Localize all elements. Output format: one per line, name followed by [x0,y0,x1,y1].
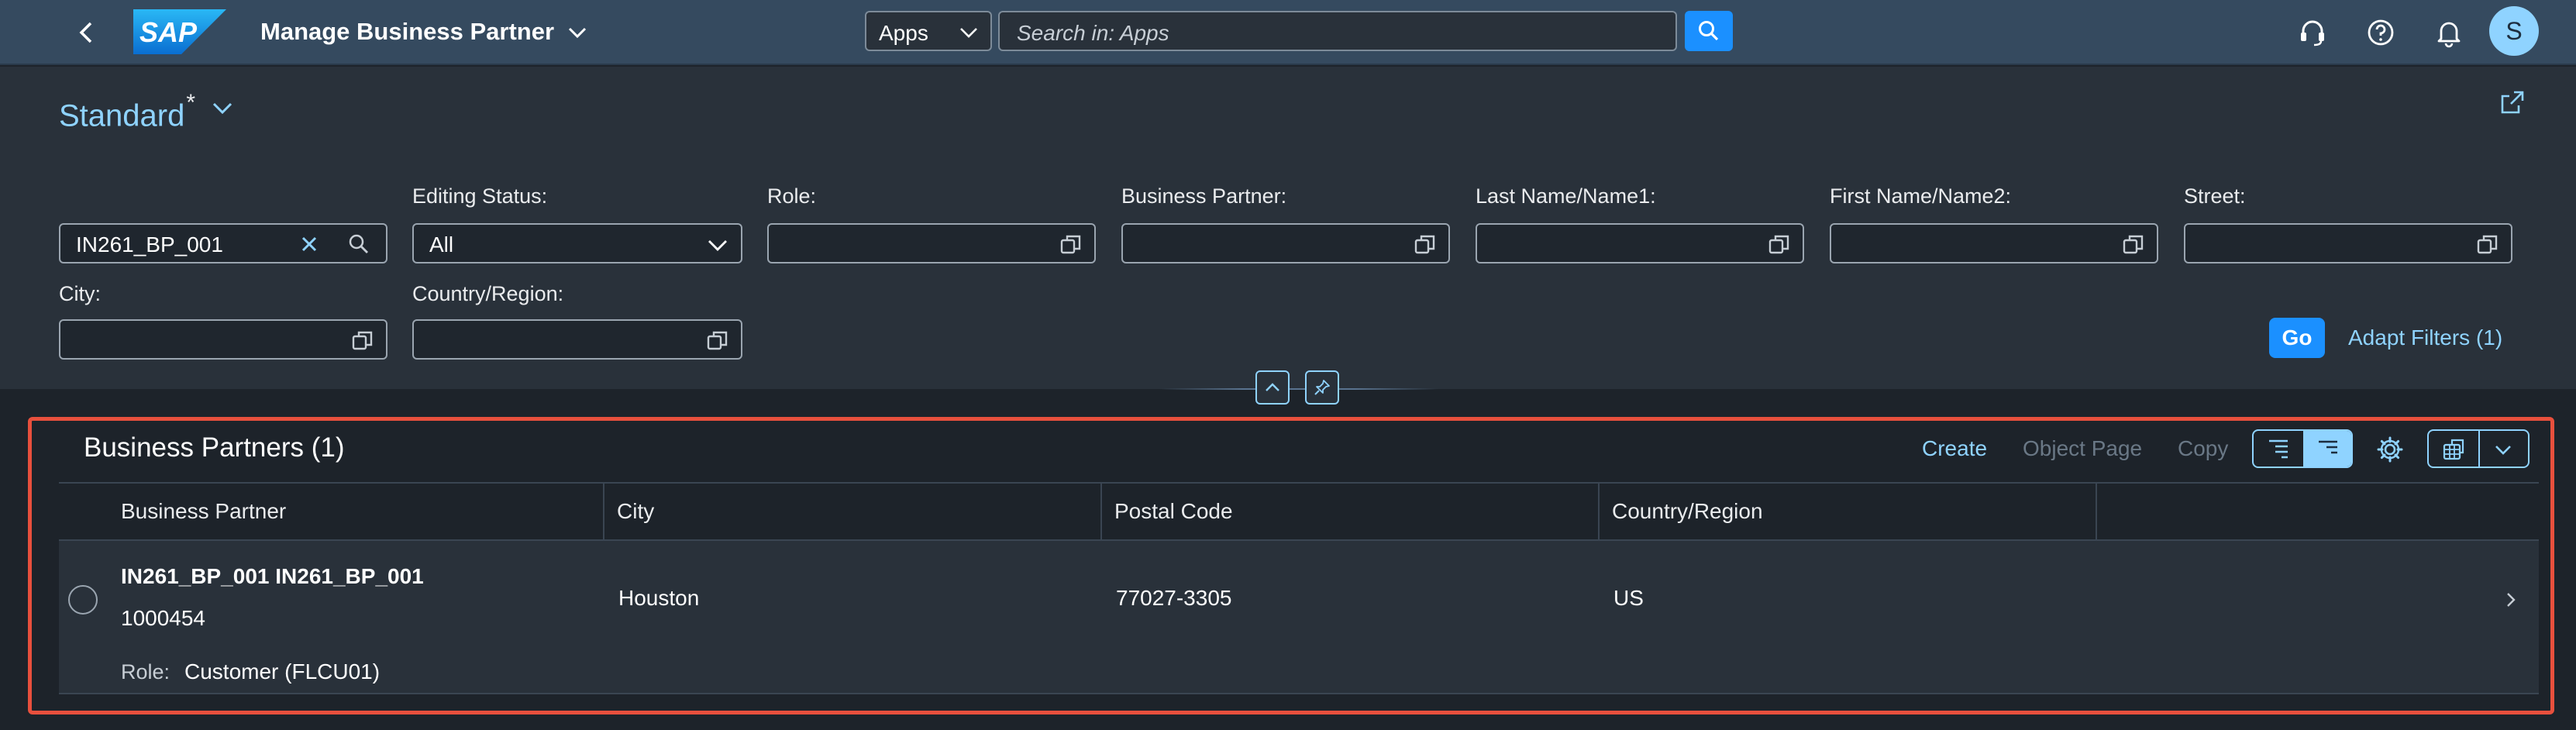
filter-label-editing-status: Editing Status: [412,184,548,208]
sap-logo-text: SAP [139,16,198,48]
variant-modified-marker: * [186,90,196,115]
search-icon[interactable] [347,232,370,256]
city-field[interactable] [59,319,387,360]
value-help-icon[interactable] [1059,233,1083,257]
value-help-icon[interactable] [2121,233,2146,257]
country-region-field[interactable] [412,319,742,360]
editing-status-value: All [429,232,454,257]
variant-name: Standard [59,98,185,133]
chevron-down-icon [958,23,980,42]
chevron-down-icon[interactable] [566,22,589,43]
search-button[interactable] [1685,11,1733,51]
search-scope-select[interactable]: Apps [865,11,992,51]
search-field-value: IN261_BP_001 [76,232,223,257]
first-name-field[interactable] [1830,223,2158,263]
filter-label-city: City: [59,282,101,305]
value-help-icon[interactable] [1413,233,1438,257]
go-button[interactable]: Go [2269,318,2325,358]
filter-bar: Standard* Editing Status: Role: Business… [0,67,2576,405]
search-field[interactable]: IN261_BP_001 [59,223,387,263]
chevron-down-icon [705,233,730,257]
role-field[interactable] [767,223,1096,263]
search-input[interactable]: Search in: Apps [998,11,1677,51]
back-icon[interactable] [71,17,102,48]
pin-icon [1314,380,1330,395]
value-help-icon[interactable] [705,329,730,353]
chevron-down-icon[interactable] [209,96,236,119]
editing-status-select[interactable]: All [412,223,742,263]
chevron-up-icon [1266,383,1279,391]
filter-label-role: Role: [767,184,817,208]
filter-label-last-name: Last Name/Name1: [1476,184,1656,208]
headset-icon[interactable] [2295,15,2330,50]
business-partner-field[interactable] [1121,223,1450,263]
adapt-filters-button[interactable]: Adapt Filters (1) [2348,324,2502,352]
variant-title[interactable]: Standard* [59,88,195,135]
highlight-frame [28,417,2554,715]
value-help-icon[interactable] [2475,233,2500,257]
filter-label-first-name: First Name/Name2: [1830,184,2012,208]
search-placeholder: Search in: Apps [1017,21,1169,45]
filter-label-street: Street: [2184,184,2246,208]
collapse-header-button[interactable] [1255,370,1290,405]
pin-header-button[interactable] [1305,370,1339,405]
bell-icon[interactable] [2432,15,2466,50]
shell-bar: SAP Manage Business Partner Apps Search … [0,0,2576,65]
value-help-icon[interactable] [1767,233,1792,257]
street-field[interactable] [2184,223,2512,263]
avatar[interactable]: S [2489,6,2539,56]
search-icon [1699,21,1719,41]
filter-label-country: Country/Region: [412,282,564,305]
filter-label-business-partner: Business Partner: [1121,184,1287,208]
share-icon[interactable] [2497,87,2528,118]
clear-icon[interactable] [298,232,321,256]
header-divider [1159,388,1438,390]
sap-logo[interactable]: SAP [133,9,226,54]
value-help-icon[interactable] [350,329,375,353]
help-icon[interactable] [2364,15,2398,50]
app-title[interactable]: Manage Business Partner [260,17,554,46]
last-name-field[interactable] [1476,223,1804,263]
search-scope-value: Apps [879,21,928,45]
